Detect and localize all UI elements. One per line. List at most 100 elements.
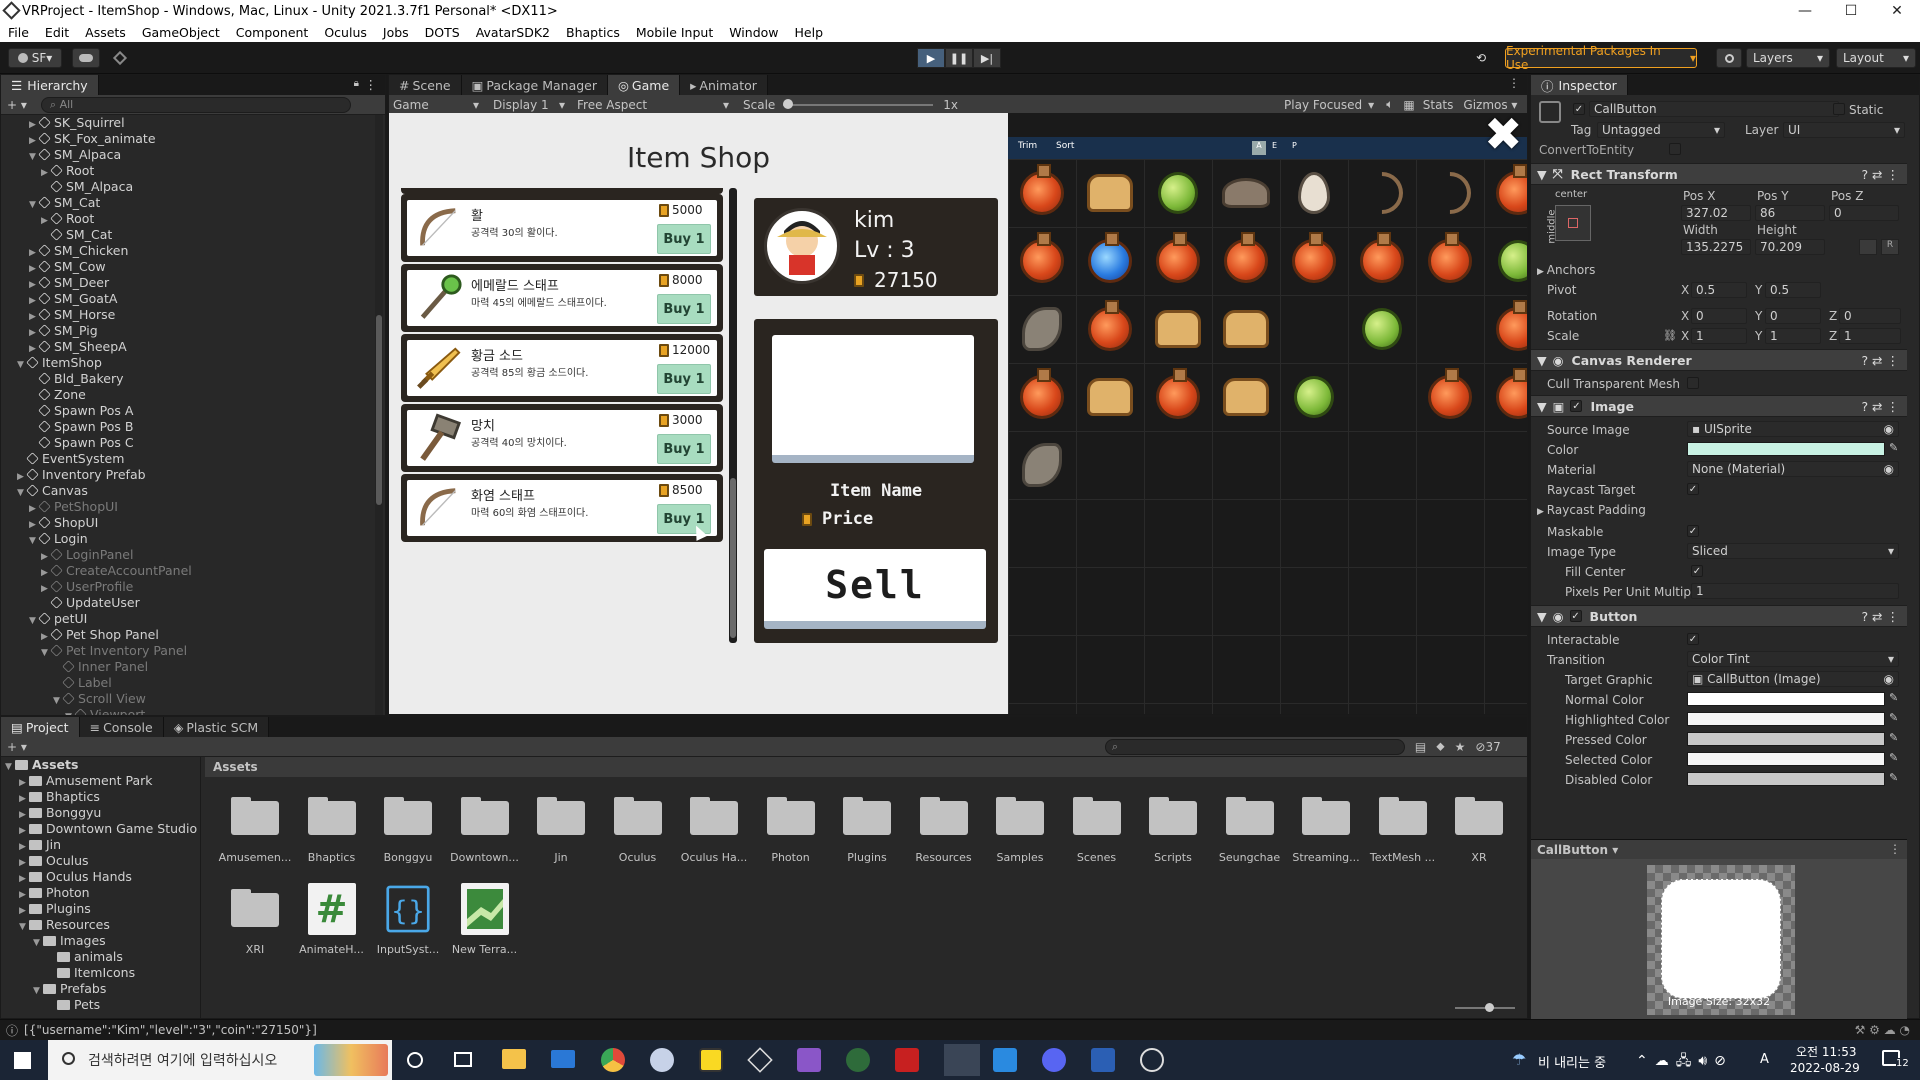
interactable-checkbox[interactable]: ✓	[1687, 633, 1699, 645]
hierarchy-item[interactable]: ▶ SM_GoatA	[1, 291, 371, 307]
project-folder-item[interactable]: Pets	[1, 997, 200, 1013]
asset-item[interactable]: XR	[1441, 797, 1517, 885]
vscode-icon[interactable]	[993, 1048, 1017, 1072]
chrome-icon[interactable]	[601, 1048, 625, 1072]
color-swatch[interactable]	[1687, 442, 1885, 456]
project-folder-item[interactable]: ▼ Assets	[1, 757, 200, 773]
inventory-slot[interactable]	[1213, 228, 1279, 294]
inventory-slot[interactable]	[1417, 228, 1483, 294]
project-folder-item[interactable]: ▼ Prefabs	[1, 981, 200, 997]
hierarchy-item[interactable]: ▶ SM_Horse	[1, 307, 371, 323]
expand-arrow-icon[interactable]: ▼	[41, 645, 51, 661]
image-enabled-checkbox[interactable]: ✓	[1570, 400, 1583, 412]
button-color-swatch[interactable]	[1687, 712, 1885, 726]
menu-dots[interactable]: DOTS	[417, 25, 468, 40]
asset-item[interactable]: Plugins	[829, 797, 905, 885]
hierarchy-item[interactable]: ▼ SM_Alpaca	[1, 147, 371, 163]
asset-item[interactable]: XRI	[217, 889, 293, 977]
filter-label-icon[interactable]: ⬥	[1436, 739, 1444, 754]
inventory-slot[interactable]	[1281, 364, 1347, 430]
hierarchy-item[interactable]: ▼ SM_Cat	[1, 195, 371, 211]
expand-arrow-icon[interactable]: ▼	[17, 357, 27, 373]
hierarchy-item[interactable]: ▶ UserProfile	[1, 579, 371, 595]
project-folder-item[interactable]: ▶ Oculus Hands	[1, 869, 200, 885]
project-folder-item[interactable]: animals	[1, 949, 200, 965]
link-icon[interactable]: ⛓	[1663, 329, 1677, 342]
inventory-slot[interactable]	[1009, 296, 1075, 362]
menu-avatarsdk2[interactable]: AvatarSDK2	[468, 25, 558, 40]
buy-button[interactable]: Buy 1	[657, 224, 711, 254]
expand-arrow-icon[interactable]: ▼	[29, 149, 39, 165]
game-mode-dropdown[interactable]: Game ▾	[393, 98, 479, 112]
material-field[interactable]: None (Material) ◉	[1687, 461, 1899, 477]
inventory-slot[interactable]	[1077, 160, 1143, 226]
hierarchy-scrollbar[interactable]	[375, 115, 383, 715]
play-button[interactable]: ▶	[917, 48, 945, 68]
app-icon[interactable]	[650, 1048, 674, 1072]
inventory-slot[interactable]	[1281, 160, 1347, 226]
shop-scrollbar[interactable]	[729, 188, 737, 643]
mail-icon[interactable]	[551, 1050, 575, 1068]
menu-help[interactable]: Help	[787, 25, 832, 40]
hierarchy-search-input[interactable]: ⌕ All	[40, 96, 351, 113]
asset-item[interactable]: New Terra...	[447, 883, 523, 977]
inventory-slot[interactable]	[1145, 160, 1211, 226]
aspect-dropdown[interactable]: Free Aspect ▾	[577, 98, 729, 112]
tab-package-manager[interactable]: ▣ Package Manager	[461, 75, 608, 95]
project-folder-item[interactable]: ▶ Downtown Game Studio	[1, 821, 200, 837]
eyedropper-icon[interactable]: ✎	[1889, 441, 1898, 454]
collab-button[interactable]	[108, 48, 132, 68]
inventory-slot[interactable]	[1145, 228, 1211, 294]
cloud-button[interactable]	[72, 48, 100, 68]
expand-arrow-icon[interactable]: ▼	[19, 919, 29, 935]
inventory-slot[interactable]	[1485, 296, 1527, 362]
hierarchy-item[interactable]: SM_Cat	[1, 227, 371, 243]
project-folder-item[interactable]: ▶ Bhaptics	[1, 789, 200, 805]
inventory-slot[interactable]	[1281, 228, 1347, 294]
button-color-swatch[interactable]	[1687, 752, 1885, 766]
object-name-field[interactable]: CallButton	[1589, 101, 1839, 117]
hs-app-icon[interactable]	[846, 1048, 870, 1072]
project-folder-item[interactable]: ▶ Oculus	[1, 853, 200, 869]
menu-oculus[interactable]: Oculus	[316, 25, 375, 40]
tray-icons[interactable]: ⌃☁🖧🔊︎⊘	[1636, 1050, 1733, 1074]
hierarchy-item[interactable]: ▶ Pet Shop Panel	[1, 627, 371, 643]
transition-dropdown[interactable]: Color Tint ▾	[1687, 651, 1899, 667]
hierarchy-item[interactable]: Label	[1, 675, 371, 691]
active-checkbox[interactable]: ✓	[1573, 103, 1585, 115]
filter-e-button[interactable]: E	[1272, 141, 1277, 150]
filezilla-icon[interactable]	[895, 1048, 919, 1072]
menu-window[interactable]: Window	[721, 25, 786, 40]
shop-item-list[interactable]: Buy 1 활공격력 30의 활이다.5000Buy 1에메랄드 스태프마력 4…	[401, 188, 723, 643]
weather-text[interactable]: 비 내리는 중	[1538, 1052, 1606, 1071]
pivot-y-field[interactable]: 0.5	[1765, 282, 1821, 298]
button-enabled-checkbox[interactable]: ✓	[1569, 610, 1582, 622]
asset-item[interactable]: Amusemen...	[217, 797, 293, 885]
asset-item[interactable]: Seungchae	[1212, 797, 1288, 885]
hierarchy-item[interactable]: ▶ SM_SheepA	[1, 339, 371, 355]
canvas-renderer-header[interactable]: ▼ ◉ Canvas Renderer? ⇄ ⋮	[1531, 349, 1907, 371]
rotation-x-field[interactable]: 0	[1691, 308, 1747, 324]
project-folder-item[interactable]: ▶ Jin	[1, 837, 200, 853]
hierarchy-item[interactable]: SM_Alpaca	[1, 179, 371, 195]
inventory-slot[interactable]	[1213, 364, 1279, 430]
close-window-button[interactable]: ✕	[1874, 0, 1920, 22]
tab-hierarchy[interactable]: ☰ Hierarchy	[1, 75, 99, 95]
image-type-dropdown[interactable]: Sliced ▾	[1687, 543, 1899, 559]
inventory-slot[interactable]	[1009, 432, 1075, 498]
project-folder-item[interactable]: ItemIcons	[1, 965, 200, 981]
sell-button[interactable]: Sell	[764, 549, 986, 629]
hierarchy-item[interactable]: ▶ SM_Cow	[1, 259, 371, 275]
expand-arrow-icon[interactable]: ▼	[17, 485, 27, 501]
asset-item[interactable]: {} InputSyst...	[370, 885, 446, 977]
layer-dropdown[interactable]: UI ▾	[1783, 122, 1905, 138]
asset-item[interactable]: Resources	[906, 797, 982, 885]
inventory-slot[interactable]	[1009, 228, 1075, 294]
hierarchy-item[interactable]: ▼ Canvas	[1, 483, 371, 499]
taskbar-search-input[interactable]: 검색하려면 여기에 입력하십시오	[48, 1040, 392, 1080]
tab-game[interactable]: ◎ Game	[608, 75, 681, 95]
tab-scene[interactable]: # Scene	[389, 75, 462, 95]
tab-console[interactable]: ≡ Console	[79, 717, 164, 737]
scale-y-field[interactable]: 1	[1765, 328, 1821, 344]
image-header[interactable]: ▼ ▣ ✓ Image? ⇄ ⋮	[1531, 395, 1907, 417]
